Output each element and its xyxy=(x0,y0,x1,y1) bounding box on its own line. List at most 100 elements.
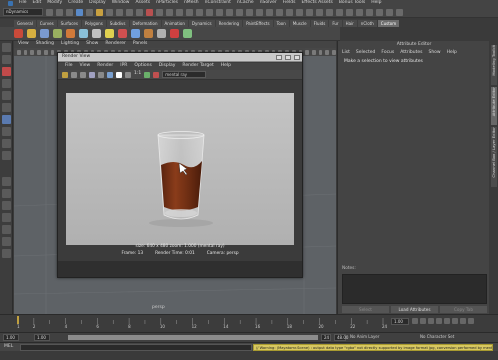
viewport-tool-icon[interactable] xyxy=(23,49,28,55)
four-view-layout-icon[interactable] xyxy=(1,189,11,198)
status-line-icon[interactable] xyxy=(66,8,73,16)
menu-help[interactable]: Help xyxy=(371,1,381,6)
menu-assets[interactable]: Assets xyxy=(135,1,150,6)
range-inner-end-field[interactable]: 24 xyxy=(321,334,331,341)
shelf-tool-icon[interactable] xyxy=(118,29,127,38)
attribute-menu-list[interactable]: List xyxy=(342,50,350,56)
status-line-icon[interactable] xyxy=(336,8,343,16)
tab-curves[interactable]: Curves xyxy=(36,19,57,27)
notes-field[interactable] xyxy=(342,274,487,304)
show-manipulator-icon[interactable] xyxy=(1,139,11,148)
step-back-frame-icon[interactable] xyxy=(428,318,434,324)
rgb-channels-icon[interactable] xyxy=(107,71,113,78)
tab-fluids[interactable]: Fluids xyxy=(310,19,329,27)
tab-muscle[interactable]: Muscle xyxy=(289,19,310,27)
menu-ncache[interactable]: nCache xyxy=(237,1,254,6)
command-input[interactable] xyxy=(20,344,252,351)
scale-tool-icon[interactable] xyxy=(1,103,11,112)
shelf-tool-icon[interactable] xyxy=(105,29,114,38)
tab-rendering[interactable]: Rendering xyxy=(215,19,243,27)
viewport-menu-lighting[interactable]: Lighting xyxy=(61,42,79,47)
status-line-icon[interactable] xyxy=(76,8,83,16)
render-view-window[interactable]: Render View File View Render IPR Options Disp… xyxy=(57,52,303,278)
step-back-key-icon[interactable] xyxy=(420,318,426,324)
luminance-icon[interactable] xyxy=(125,71,131,78)
tab-attribute-editor[interactable]: Attribute Editor xyxy=(491,87,497,125)
shelf-tool-icon[interactable] xyxy=(183,29,192,38)
menu-nsolver[interactable]: nSolver xyxy=(260,1,277,6)
render-view-menu-render[interactable]: Render xyxy=(97,64,113,69)
viewport-menu-renderer[interactable]: Renderer xyxy=(105,42,126,47)
move-tool-icon[interactable] xyxy=(1,79,11,88)
status-line-icon[interactable] xyxy=(86,8,93,16)
status-line-icon[interactable] xyxy=(356,8,363,16)
hypershade-layout-icon[interactable] xyxy=(1,225,11,234)
status-line-icon[interactable] xyxy=(146,8,153,16)
status-line-icon[interactable] xyxy=(266,8,273,16)
render-view-menu-help[interactable]: Help xyxy=(221,64,231,69)
render-view-menu-options[interactable]: Options xyxy=(134,64,151,69)
custom-layout-icon[interactable] xyxy=(1,249,11,258)
viewport-tool-icon[interactable] xyxy=(50,49,55,55)
status-line-icon[interactable] xyxy=(106,8,113,16)
render-view-menu-file[interactable]: File xyxy=(65,64,73,69)
load-attributes-button[interactable]: Load Attributes xyxy=(391,306,438,313)
menu-file[interactable]: File xyxy=(19,1,27,6)
status-line-icon[interactable] xyxy=(56,8,63,16)
render-view-menu-view[interactable]: View xyxy=(80,64,91,69)
range-inner-start-field[interactable]: 1.00 xyxy=(34,334,50,341)
status-line-icon[interactable] xyxy=(376,8,383,16)
tab-subdivs[interactable]: Subdivs xyxy=(106,19,129,27)
viewport-tool-icon[interactable] xyxy=(37,49,41,55)
status-line-icon[interactable] xyxy=(396,8,403,16)
ipr-render-icon[interactable] xyxy=(89,71,95,78)
status-line-icon[interactable] xyxy=(116,8,123,16)
status-line-icon[interactable] xyxy=(156,8,163,16)
menu-modify[interactable]: Modify xyxy=(47,1,62,6)
status-line-icon[interactable] xyxy=(236,8,243,16)
tab-fur[interactable]: Fur xyxy=(329,19,342,27)
anim-layer-dropdown[interactable]: No Anim Layer xyxy=(350,335,379,339)
tab-channel-box[interactable]: Channel Box / Layer Editor xyxy=(491,127,497,187)
attribute-menu-focus[interactable]: Focus xyxy=(381,50,394,56)
persp-outliner-layout-icon[interactable] xyxy=(1,201,11,210)
status-line-icon[interactable] xyxy=(256,8,263,16)
tab-dynamics[interactable]: Dynamics xyxy=(188,19,215,27)
keep-image-icon[interactable] xyxy=(144,71,151,78)
play-forwards-icon[interactable] xyxy=(444,318,450,324)
ratio-label[interactable]: 1:1 xyxy=(134,72,141,77)
status-line-icon[interactable] xyxy=(366,8,373,16)
viewport-tool-icon[interactable] xyxy=(318,49,323,55)
viewport-menu-view[interactable]: View xyxy=(18,42,29,47)
menu-set-dropdown[interactable]: nDynamics xyxy=(3,8,43,16)
status-line-icon[interactable] xyxy=(196,8,203,16)
status-line-icon[interactable] xyxy=(136,8,143,16)
range-start-field[interactable]: 1.00 xyxy=(3,334,19,341)
copy-tab-button[interactable]: Copy Tab xyxy=(440,306,487,313)
shelf-tool-icon[interactable] xyxy=(92,29,101,38)
go-to-end-icon[interactable] xyxy=(468,318,474,324)
shelf-tool-icon[interactable] xyxy=(53,29,62,38)
tab-animation[interactable]: Animation xyxy=(161,19,188,27)
viewport-tool-icon[interactable] xyxy=(325,49,330,55)
render-view-menu-display[interactable]: Display xyxy=(159,64,176,69)
attribute-menu-help[interactable]: Help xyxy=(447,50,457,56)
current-time-field[interactable]: 1.00 xyxy=(391,318,409,325)
rotate-tool-icon[interactable] xyxy=(1,91,11,100)
menu-bonus-tools[interactable]: Bonus Tools xyxy=(339,1,365,6)
shelf-tool-icon[interactable] xyxy=(40,29,49,38)
status-line-icon[interactable] xyxy=(96,8,103,16)
shelf-tool-icon[interactable] xyxy=(66,29,75,38)
shelf-tool-icon[interactable] xyxy=(157,29,166,38)
tab-modeling-toolkit[interactable]: Modeling Toolkit xyxy=(491,45,497,85)
play-backwards-icon[interactable] xyxy=(436,318,442,324)
render-view-menu-render-target[interactable]: Render Target xyxy=(182,64,213,69)
menu-effects-assets[interactable]: Effects Assets xyxy=(301,1,332,6)
status-line-icon[interactable] xyxy=(176,8,183,16)
mel-label[interactable]: MEL xyxy=(4,344,13,350)
tab-deformation[interactable]: Deformation xyxy=(129,19,161,27)
menu-nconstraint[interactable]: nConstraint xyxy=(205,1,231,6)
remove-image-icon[interactable] xyxy=(153,71,160,78)
status-line-icon[interactable] xyxy=(226,8,233,16)
status-line-icon[interactable] xyxy=(206,8,213,16)
